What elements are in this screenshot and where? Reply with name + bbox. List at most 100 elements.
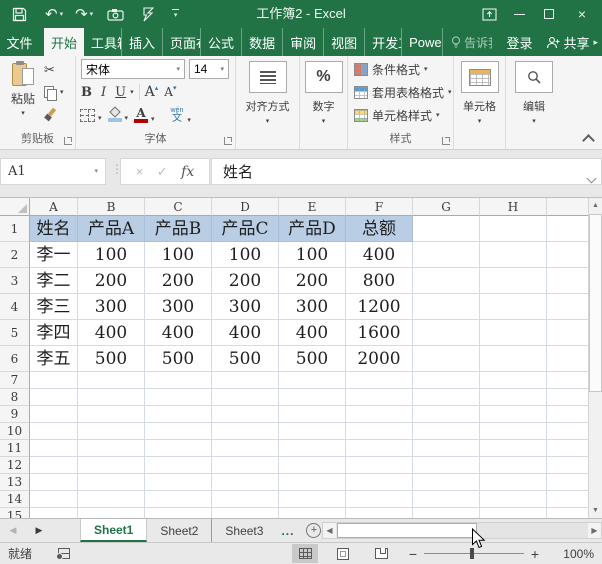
- cell-H6[interactable]: [480, 346, 547, 372]
- zoom-out-button[interactable]: −: [406, 546, 420, 562]
- font-name-select[interactable]: 宋体 ▾: [81, 59, 185, 79]
- group-number[interactable]: % 数字 ▾: [300, 56, 348, 149]
- cell-C9[interactable]: [145, 406, 212, 423]
- group-alignment[interactable]: 对齐方式 ▾: [236, 56, 300, 149]
- cell-E13[interactable]: [279, 474, 346, 491]
- cell-D1[interactable]: 产品C: [212, 216, 279, 242]
- row-header-14[interactable]: 14: [0, 491, 30, 508]
- cell-G9[interactable]: [413, 406, 480, 423]
- column-header-D[interactable]: D: [212, 198, 279, 216]
- scroll-up-icon[interactable]: ▲: [589, 198, 602, 213]
- cell-G2[interactable]: [413, 242, 480, 268]
- cell-A7[interactable]: [30, 372, 78, 389]
- font-color-button[interactable]: A▾: [134, 107, 155, 123]
- row-header-8[interactable]: 8: [0, 389, 30, 406]
- column-header-H[interactable]: H: [480, 198, 547, 216]
- cell-D12[interactable]: [212, 457, 279, 474]
- row-header-6[interactable]: 6: [0, 346, 30, 372]
- cell-H2[interactable]: [480, 242, 547, 268]
- phonetic-guide-button[interactable]: wén文▾: [171, 107, 191, 124]
- cell-C8[interactable]: [145, 389, 212, 406]
- cell-partial-14[interactable]: [547, 491, 588, 508]
- zoom-level[interactable]: 100%: [552, 547, 594, 561]
- cell-D7[interactable]: [212, 372, 279, 389]
- sheet-nav-right-icon[interactable]: ▶: [26, 519, 52, 542]
- cell-D2[interactable]: 100: [212, 242, 279, 268]
- cell-G4[interactable]: [413, 294, 480, 320]
- zoom-slider-thumb[interactable]: [470, 548, 474, 559]
- cell-G6[interactable]: [413, 346, 480, 372]
- cell-F9[interactable]: [346, 406, 413, 423]
- cell-H10[interactable]: [480, 423, 547, 440]
- cell-H12[interactable]: [480, 457, 547, 474]
- underline-button[interactable]: U: [115, 85, 126, 100]
- cell-E15[interactable]: [279, 508, 346, 518]
- cell-G3[interactable]: [413, 268, 480, 294]
- page-break-view-button[interactable]: [368, 544, 394, 563]
- cell-G1[interactable]: [413, 216, 480, 242]
- cell-A3[interactable]: 李二: [30, 268, 78, 294]
- scroll-left-icon[interactable]: ◀: [323, 523, 336, 538]
- cell-H5[interactable]: [480, 320, 547, 346]
- undo-dropdown-icon[interactable]: ▾: [60, 10, 64, 18]
- fill-color-button[interactable]: ▾: [108, 108, 129, 122]
- row-header-11[interactable]: 11: [0, 440, 30, 457]
- cell-G8[interactable]: [413, 389, 480, 406]
- font-dialog-launcher-icon[interactable]: [224, 137, 232, 145]
- cell-A10[interactable]: [30, 423, 78, 440]
- cut-button[interactable]: ✂: [44, 62, 64, 78]
- maximize-button[interactable]: [534, 0, 564, 28]
- format-painter-button[interactable]: [44, 106, 64, 122]
- cell-partial-7[interactable]: [547, 372, 588, 389]
- ribbon-tab-formulas[interactable]: 公式: [200, 28, 241, 56]
- row-header-12[interactable]: 12: [0, 457, 30, 474]
- horizontal-scrollbar[interactable]: ◀ ▶: [322, 522, 602, 539]
- cell-G10[interactable]: [413, 423, 480, 440]
- cell-B1[interactable]: 产品A: [78, 216, 145, 242]
- select-all-corner[interactable]: [0, 198, 30, 216]
- sheet-tab-sheet3[interactable]: Sheet3: [211, 519, 276, 542]
- cell-A13[interactable]: [30, 474, 78, 491]
- cell-partial-1[interactable]: [547, 216, 588, 242]
- font-size-select[interactable]: 14 ▾: [189, 59, 229, 79]
- column-header-A[interactable]: A: [30, 198, 78, 216]
- cell-G15[interactable]: [413, 508, 480, 518]
- cell-A2[interactable]: 李一: [30, 242, 78, 268]
- paste-dropdown-icon[interactable]: ▾: [21, 110, 25, 117]
- normal-view-button[interactable]: [292, 544, 318, 563]
- cell-styles-button[interactable]: 单元格样式▾: [354, 107, 452, 123]
- cell-C15[interactable]: [145, 508, 212, 518]
- cell-E11[interactable]: [279, 440, 346, 457]
- cell-C14[interactable]: [145, 491, 212, 508]
- cell-D6[interactable]: 500: [212, 346, 279, 372]
- bold-button[interactable]: B: [81, 85, 92, 100]
- cell-A5[interactable]: 李四: [30, 320, 78, 346]
- cell-partial-5[interactable]: [547, 320, 588, 346]
- tell-me-box[interactable]: 告诉我...: [451, 28, 492, 56]
- ribbon-tab-home[interactable]: 开始: [44, 28, 84, 56]
- more-sheets-button[interactable]: ...: [276, 519, 299, 542]
- cell-D10[interactable]: [212, 423, 279, 440]
- confirm-entry-icon[interactable]: ✓: [157, 164, 168, 180]
- cell-D8[interactable]: [212, 389, 279, 406]
- column-header-F[interactable]: F: [346, 198, 413, 216]
- ribbon-tab-page-layout[interactable]: 页面布局: [162, 28, 200, 56]
- ribbon-tab-view[interactable]: 视图: [323, 28, 364, 56]
- row-header-5[interactable]: 5: [0, 320, 30, 346]
- add-sheet-icon[interactable]: +: [306, 523, 321, 538]
- cell-F6[interactable]: 2000: [346, 346, 413, 372]
- expand-formula-bar-icon[interactable]: [587, 174, 597, 184]
- cell-H11[interactable]: [480, 440, 547, 457]
- cell-C7[interactable]: [145, 372, 212, 389]
- undo-button[interactable]: ↶ ▾: [45, 7, 63, 22]
- cell-E10[interactable]: [279, 423, 346, 440]
- flash-screenshot-icon[interactable]: [142, 7, 154, 22]
- row-header-7[interactable]: 7: [0, 372, 30, 389]
- cell-B6[interactable]: 500: [78, 346, 145, 372]
- cell-E5[interactable]: 400: [279, 320, 346, 346]
- cell-B5[interactable]: 400: [78, 320, 145, 346]
- cell-H15[interactable]: [480, 508, 547, 518]
- cell-partial-10[interactable]: [547, 423, 588, 440]
- tab-scroll-right-icon[interactable]: ▸: [589, 28, 602, 56]
- column-header-G[interactable]: G: [413, 198, 480, 216]
